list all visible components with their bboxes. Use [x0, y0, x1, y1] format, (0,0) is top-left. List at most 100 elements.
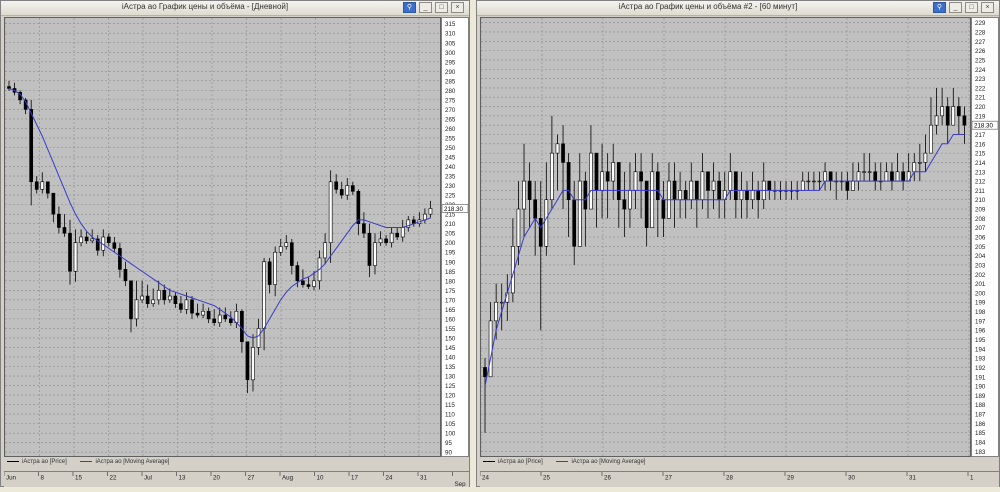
candle-body: [912, 162, 917, 173]
y-tick-label: 95: [445, 440, 452, 447]
price-chart: [480, 18, 970, 456]
y-tick-label: 200: [445, 240, 456, 247]
y-tick-label: 230: [445, 183, 456, 190]
candle-body: [527, 180, 532, 201]
y-tick-label: 280: [445, 88, 456, 95]
candle-body: [566, 162, 571, 201]
y-tick-label: 220: [975, 104, 986, 111]
candle-body: [350, 185, 355, 192]
price-plot-area[interactable]: [4, 17, 441, 457]
candle-body: [817, 180, 822, 183]
close-button[interactable]: ×: [981, 2, 994, 13]
y-tick-label: 185: [445, 269, 456, 276]
close-button[interactable]: ×: [451, 2, 464, 13]
chart-window-daily[interactable]: iАстра ао График цены и объёма - [Дневно…: [0, 0, 470, 488]
candle-body: [655, 171, 660, 201]
date-axis[interactable]: Jun 8 15 22 Jul 13 20 27 Aug 10 17 24 31 Sep: [3, 471, 469, 488]
window-title: iАстра ао График цены и объёма - [Дневно…: [121, 2, 289, 11]
candle-body: [845, 180, 850, 191]
candle-body: [156, 290, 161, 301]
candle-body: [494, 301, 498, 322]
y-tick-label: 191: [975, 374, 986, 381]
pin-button[interactable]: ⚲: [933, 2, 946, 13]
price-legend-swatch: [7, 460, 19, 462]
date-axis[interactable]: 24252627282930311Sep: [479, 471, 999, 487]
y-tick-label: 217: [975, 132, 986, 139]
candle-body: [134, 299, 139, 320]
candle-body: [284, 242, 289, 247]
y-tick-label: 215: [975, 151, 986, 158]
candle-body: [295, 265, 300, 282]
y-tick-label: 208: [975, 216, 986, 223]
candle-body: [29, 109, 34, 183]
x-tick-label: 29: [787, 475, 794, 482]
candle-body: [951, 106, 956, 126]
y-tick-label: 245: [445, 155, 456, 162]
y-tick-label: 185: [975, 430, 986, 437]
y-tick-label: 175: [445, 288, 456, 295]
candle-body: [823, 171, 827, 182]
y-tick-label: 214: [975, 160, 986, 167]
candle-body: [633, 171, 638, 191]
candle-body: [118, 248, 122, 270]
chart-window-60min[interactable]: iАстра ао График цены и объёма #2 - [60 …: [476, 0, 1000, 487]
date-axis-labels: 24252627282930311Sep: [479, 472, 974, 482]
candle-body: [583, 180, 588, 210]
candle-body: [51, 192, 56, 215]
y-tick-label: 199: [975, 300, 986, 307]
maximize-button[interactable]: □: [965, 2, 978, 13]
title-bar[interactable]: iАстра ао График цены и объёма #2 - [60 …: [477, 1, 999, 16]
y-tick-label: 198: [975, 309, 986, 316]
y-tick-label: 285: [445, 78, 456, 85]
maximize-button[interactable]: □: [435, 2, 448, 13]
candle-body: [262, 261, 266, 329]
y-tick-label: 204: [975, 253, 986, 260]
y-tick-label: 170: [445, 297, 456, 304]
candle-body: [73, 242, 78, 272]
minimize-button[interactable]: _: [419, 2, 432, 13]
y-tick-label: 265: [445, 116, 456, 123]
candle-body: [851, 180, 855, 191]
y-tick-label: 180: [445, 278, 456, 285]
candle-body: [711, 180, 716, 191]
y-tick-label: 183: [975, 449, 986, 456]
pin-button[interactable]: ⚲: [403, 2, 416, 13]
candle-body: [339, 189, 344, 196]
candle-body: [400, 227, 405, 238]
candle-body: [245, 341, 250, 381]
y-tick-label: 222: [975, 85, 986, 92]
price-axis[interactable]: 315 310 305 300 295 290 285 280 275 270 265 260 255 2…: [441, 17, 469, 457]
candle-body: [378, 238, 383, 244]
candle-body: [140, 295, 144, 301]
x-tick-label: Jun: [6, 475, 17, 482]
candle-body: [695, 180, 699, 201]
title-bar[interactable]: iАстра ао График цены и объёма - [Дневно…: [1, 1, 469, 16]
price-axis[interactable]: 2292282272262252242232222212202192182172…: [971, 17, 999, 457]
y-tick-label: 190: [975, 384, 986, 391]
candle-body: [862, 171, 866, 173]
candle-body: [867, 171, 872, 173]
candle-body: [301, 280, 305, 285]
candle-body: [828, 171, 833, 182]
candle-body: [957, 106, 961, 117]
price-plot-area[interactable]: [480, 17, 971, 457]
candle-body: [62, 227, 67, 234]
candle-body: [806, 180, 811, 183]
y-tick-label: 201: [975, 281, 986, 288]
candle-body: [278, 246, 283, 253]
candle-body: [129, 280, 133, 320]
minimize-button[interactable]: _: [949, 2, 962, 13]
candle-body: [929, 124, 933, 154]
y-tick-label: 216: [975, 141, 986, 148]
candle-body: [423, 213, 427, 221]
candle-body: [895, 171, 900, 182]
y-tick-label: 195: [975, 337, 986, 344]
candle-body: [145, 295, 150, 304]
y-tick-label: 225: [975, 57, 986, 64]
candle-body: [672, 180, 677, 201]
candle-body: [428, 208, 433, 215]
y-tick-label: 205: [975, 244, 986, 251]
y-tick-label: 196: [975, 328, 986, 335]
candle-body: [206, 310, 211, 320]
legend-ma: iАстра ао [Moving Average]: [571, 459, 646, 465]
